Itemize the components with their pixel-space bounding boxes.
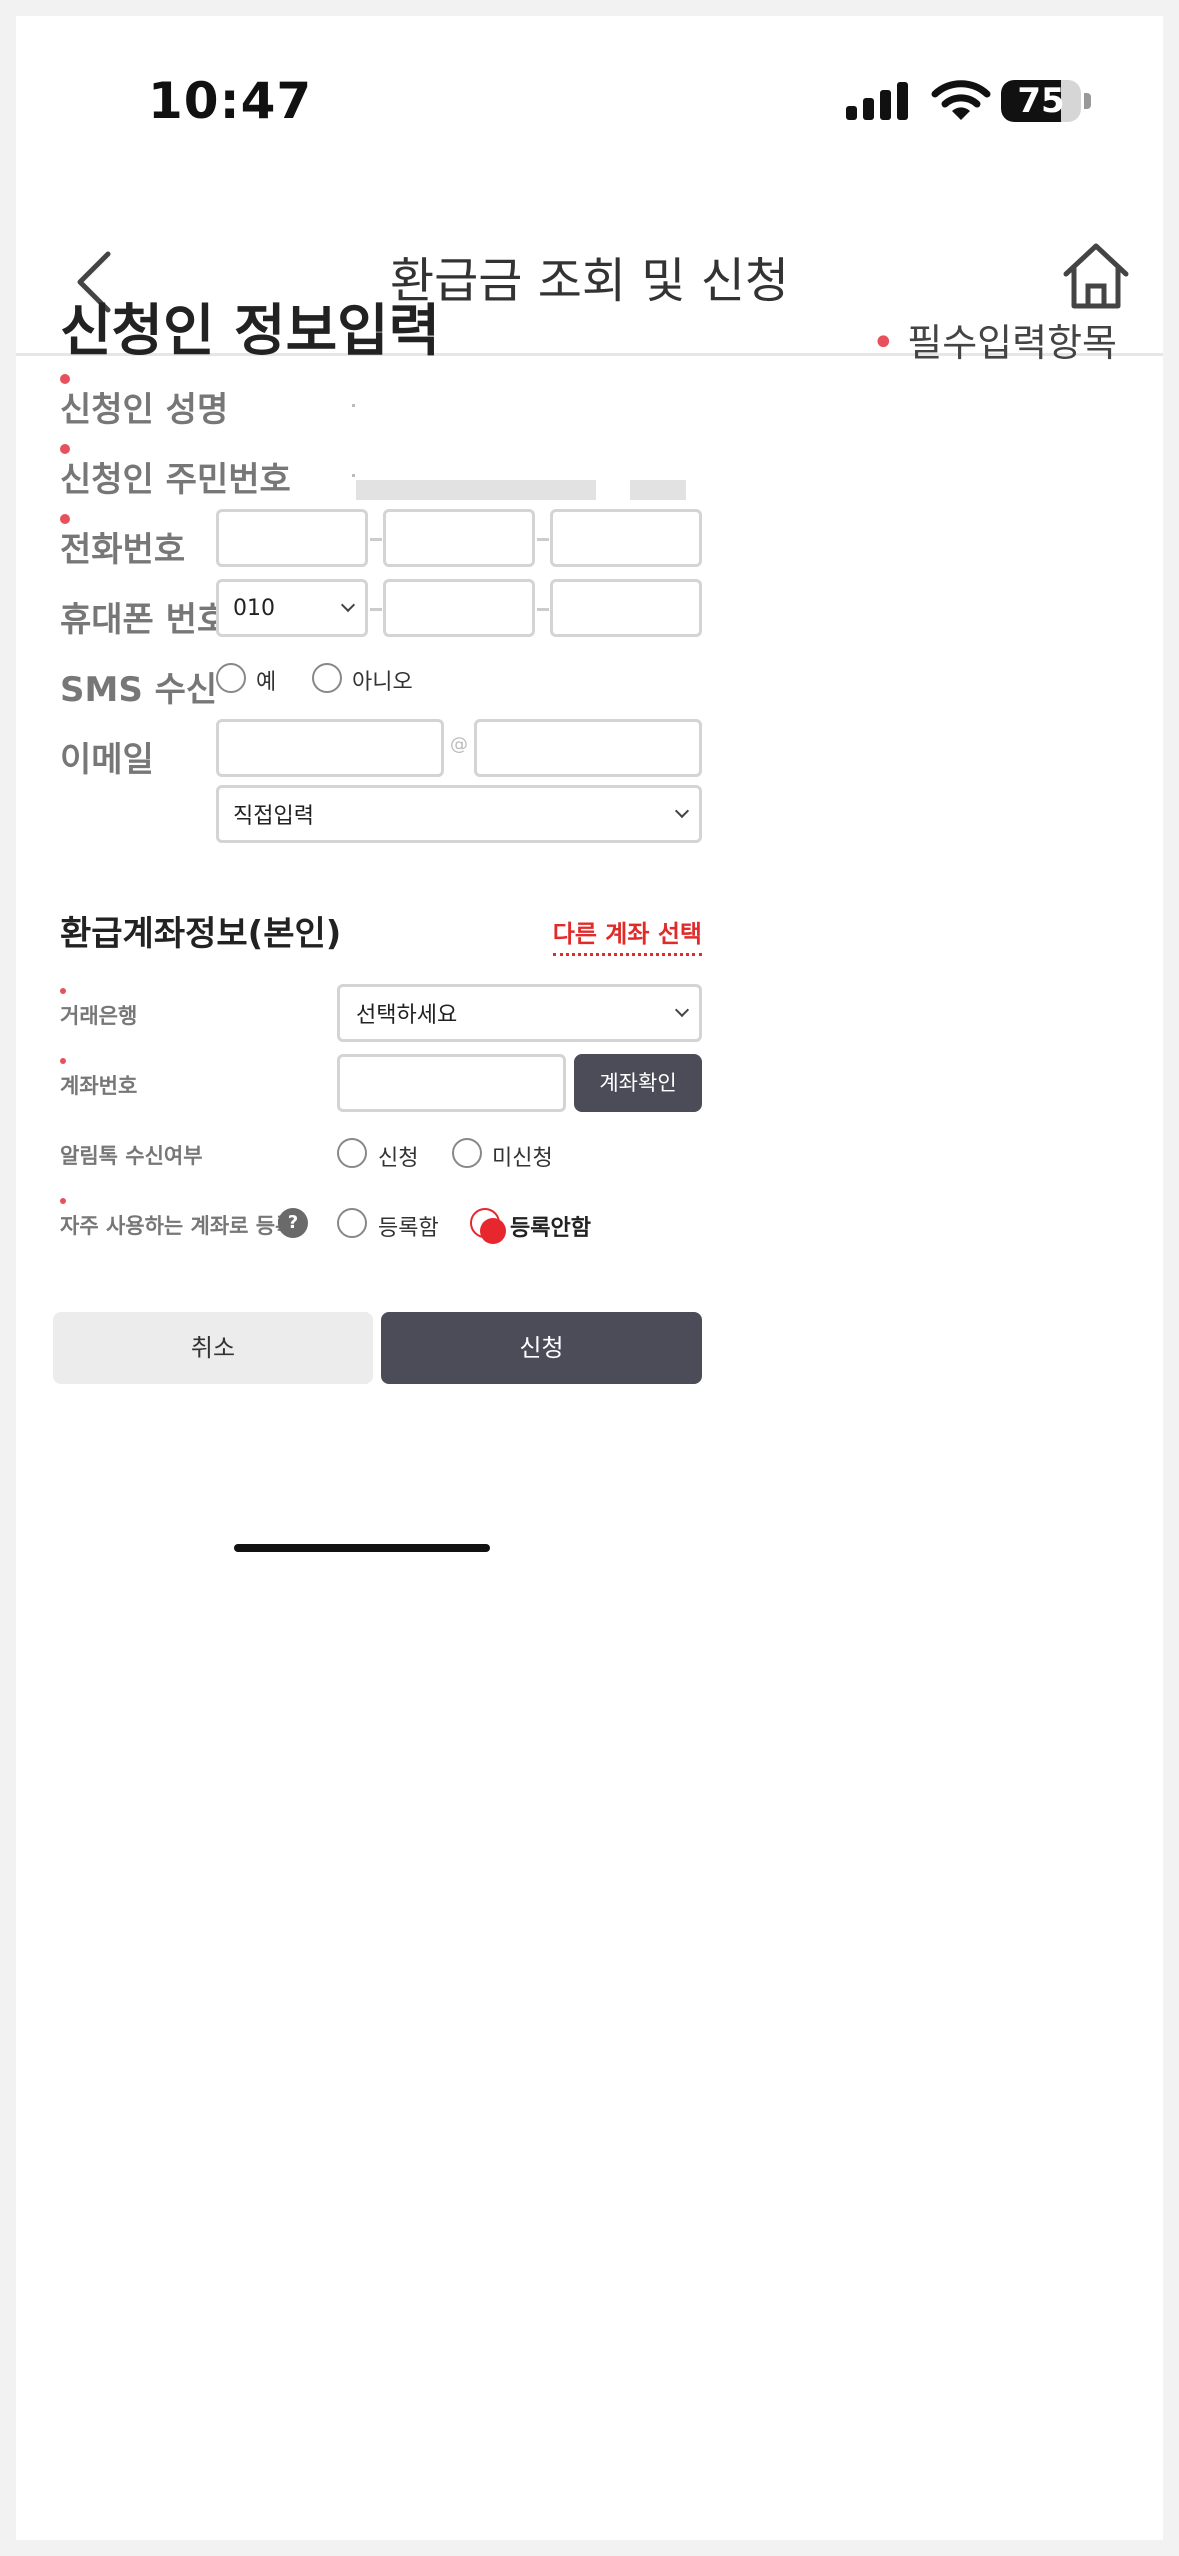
sms-yes-label[interactable]: 예	[256, 664, 276, 696]
applicant-section-title: 신청인 정보입력	[60, 299, 441, 364]
status-time: 10:47	[148, 72, 313, 130]
email-label: 이메일	[60, 740, 154, 780]
dash-separator	[370, 538, 382, 541]
favorite-no-radio-selected[interactable]	[470, 1208, 506, 1244]
email-domain-select-value: 직접입력	[233, 804, 314, 829]
mobile-field-3[interactable]	[550, 579, 702, 637]
masked-ssn-part1	[356, 480, 512, 500]
phone-field-3[interactable]	[550, 509, 702, 567]
alimtalk-no-label[interactable]: 미신청	[492, 1140, 553, 1172]
account-number-label: 계좌번호	[60, 1074, 138, 1098]
email-domain-select[interactable]: 직접입력	[216, 785, 702, 843]
email-at-sign: @	[450, 734, 468, 755]
mobile-prefix-value: 010	[233, 595, 275, 621]
sms-yes-radio[interactable]	[216, 663, 246, 693]
account-number-input[interactable]	[337, 1054, 566, 1112]
dash-separator	[537, 538, 549, 541]
applicant-ssn-label: 신청인 주민번호	[60, 460, 291, 500]
applicant-ssn-value	[352, 474, 355, 477]
phone-field-2[interactable]	[383, 509, 535, 567]
sms-label: SMS 수신	[60, 670, 218, 710]
phone-label: 전화번호	[60, 530, 186, 570]
dash-separator	[537, 608, 549, 611]
account-section-title: 환급계좌정보(본인)	[60, 914, 342, 954]
battery-level: 75	[1017, 81, 1065, 121]
home-indicator	[234, 1544, 490, 1552]
required-note-text: 필수입력항목	[907, 321, 1117, 365]
alimtalk-no-radio[interactable]	[452, 1138, 482, 1168]
bank-select-value: 선택하세요	[356, 1003, 458, 1028]
verify-account-button[interactable]: 계좌확인	[574, 1054, 702, 1112]
dash-separator	[370, 608, 382, 611]
masked-ssn-part3	[630, 480, 686, 500]
chevron-down-icon	[674, 1002, 690, 1018]
sms-no-label[interactable]: 아니오	[352, 664, 413, 696]
required-dot-icon	[60, 1058, 66, 1064]
other-account-link[interactable]: 다른 계좌 선택	[552, 914, 702, 956]
app-screen: 10:47 75 환급금 조회 및 신청 신청인 정보입력 • 필수입력항목 신…	[16, 16, 1163, 2540]
alimtalk-label: 알림톡 수신여부	[60, 1144, 203, 1168]
required-dot-icon: •	[871, 320, 896, 366]
mobile-field-2[interactable]	[383, 579, 535, 637]
applicant-name-label: 신청인 성명	[60, 390, 229, 430]
mobile-prefix-select[interactable]: 010	[216, 579, 368, 637]
help-icon[interactable]: ?	[278, 1208, 308, 1238]
submit-button[interactable]: 신청	[381, 1312, 702, 1384]
alimtalk-yes-radio[interactable]	[337, 1138, 367, 1168]
bank-label: 거래은행	[60, 1004, 138, 1028]
bank-select[interactable]: 선택하세요	[337, 984, 702, 1042]
masked-ssn-part2	[512, 480, 596, 500]
required-note: • 필수입력항목	[872, 312, 1117, 367]
favorite-no-label[interactable]: 등록안함	[510, 1210, 591, 1242]
email-local-input[interactable]	[216, 719, 444, 777]
phone-field-1[interactable]	[216, 509, 368, 567]
cancel-button[interactable]: 취소	[53, 1312, 373, 1384]
favorite-yes-radio[interactable]	[337, 1208, 367, 1238]
battery-icon: 75	[1001, 80, 1093, 122]
alimtalk-yes-label[interactable]: 신청	[378, 1140, 418, 1172]
favorite-account-label: 자주 사용하는 계좌로 등록	[60, 1214, 295, 1238]
sms-no-radio[interactable]	[312, 663, 342, 693]
required-dot-icon	[60, 1198, 66, 1204]
chevron-down-icon	[674, 803, 690, 819]
applicant-name-value	[352, 404, 355, 407]
mobile-label: 휴대폰 번호	[60, 600, 229, 640]
cellular-signal-icon	[846, 82, 908, 120]
required-dot-icon	[60, 988, 66, 994]
wifi-icon	[931, 80, 991, 120]
chevron-down-icon	[340, 597, 356, 613]
email-domain-input[interactable]	[474, 719, 702, 777]
home-icon[interactable]	[1056, 236, 1136, 316]
favorite-yes-label[interactable]: 등록함	[378, 1210, 439, 1242]
